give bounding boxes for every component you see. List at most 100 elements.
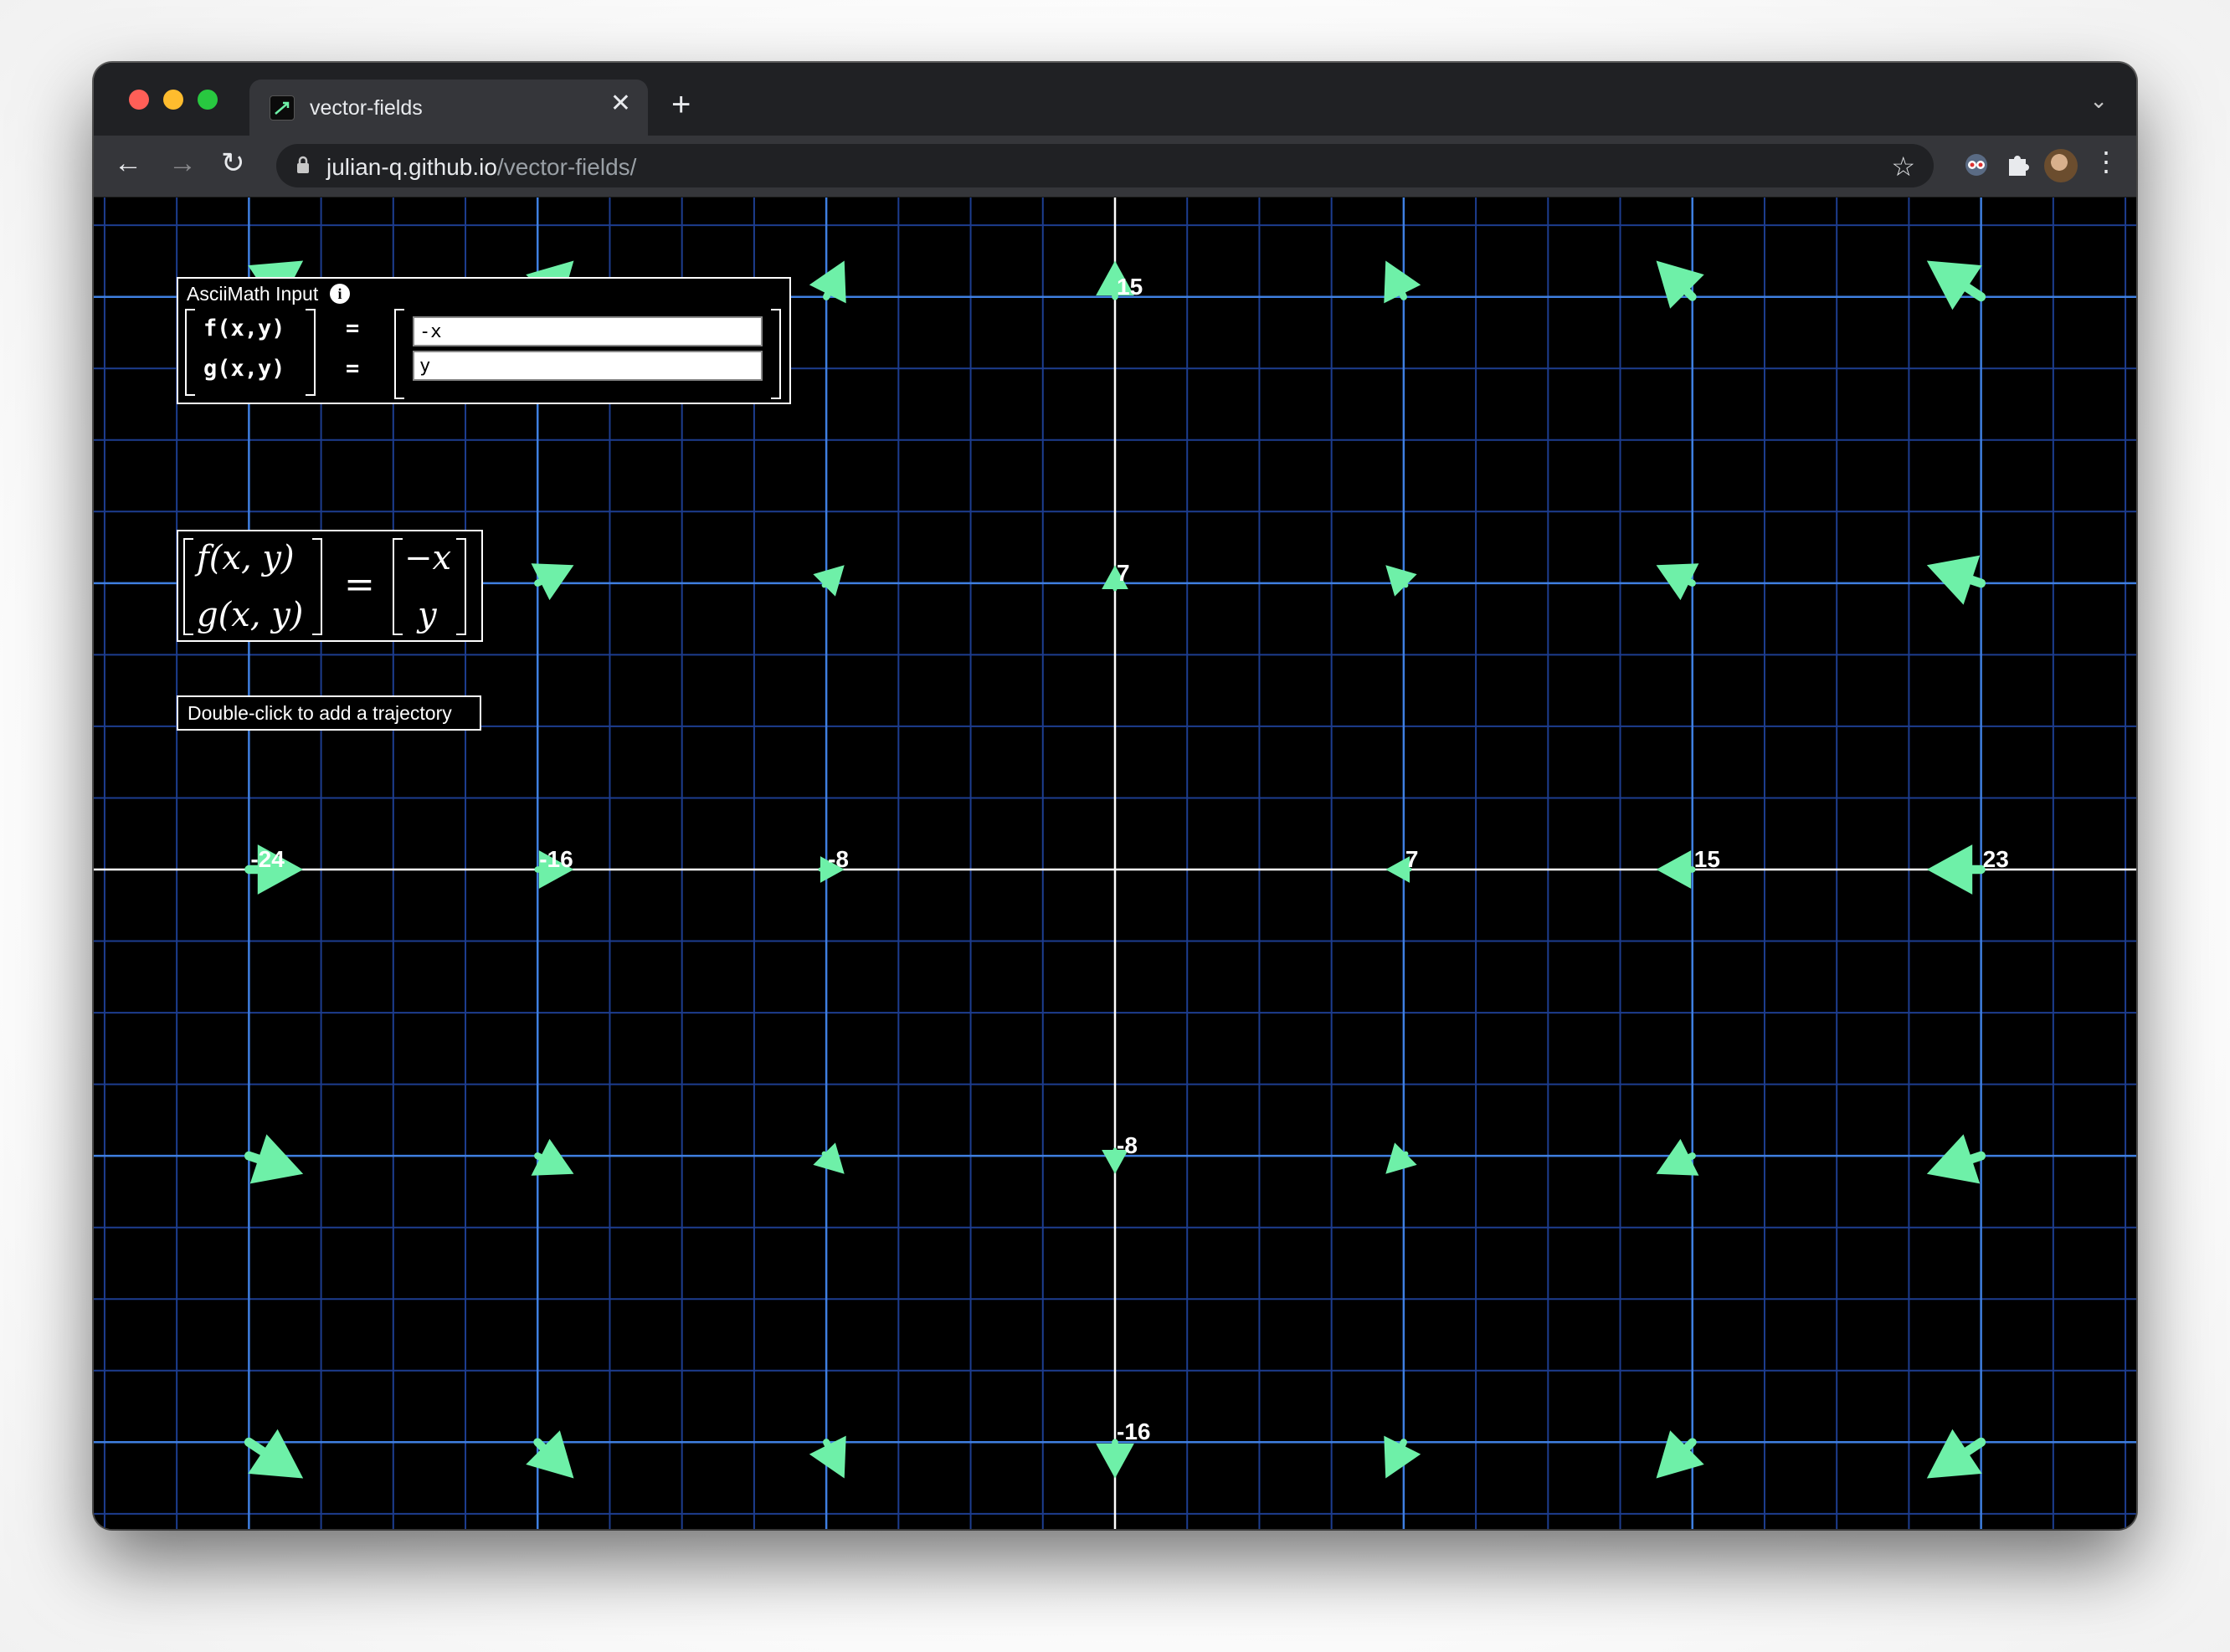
arrow-shaft bbox=[822, 1439, 831, 1449]
vector-arrow bbox=[1926, 1134, 1986, 1184]
close-window-button[interactable] bbox=[129, 90, 149, 110]
vector-arrow bbox=[1656, 260, 1704, 309]
tex-rhs-right-bracket bbox=[456, 538, 466, 635]
info-icon[interactable]: i bbox=[330, 284, 350, 304]
asciimath-title: AsciiMath Input bbox=[187, 283, 319, 305]
left-bracket bbox=[185, 309, 195, 396]
tab-close-icon[interactable]: ✕ bbox=[610, 91, 631, 116]
vector-arrow bbox=[1926, 555, 1986, 605]
arrow-head bbox=[248, 1429, 304, 1479]
vector-arrow bbox=[1926, 844, 1986, 895]
url-host: julian-q.github.io bbox=[326, 154, 497, 180]
trajectory-hint: Double-click to add a trajectory bbox=[177, 695, 481, 731]
y-tick-label: 7 bbox=[1117, 559, 1130, 586]
x-tick-label: 23 bbox=[1982, 846, 2009, 872]
kebab-menu-icon[interactable]: ⋮ bbox=[2093, 146, 2120, 177]
tab-strip: vector-fields ✕ + ⌄ bbox=[94, 63, 2136, 136]
extension-mascot-icon[interactable] bbox=[1962, 151, 1991, 184]
minimize-window-button[interactable] bbox=[163, 90, 183, 110]
tab-vector-fields[interactable]: vector-fields ✕ bbox=[249, 80, 648, 136]
input-left-bracket bbox=[394, 309, 404, 399]
arrow-shaft bbox=[1962, 283, 1986, 302]
arrow-head bbox=[1926, 1429, 1982, 1479]
rendered-equation-panel: f(x, y) g(x, y) = −x y bbox=[177, 530, 483, 642]
arrow-shaft bbox=[534, 578, 544, 587]
arrow-shaft bbox=[1686, 1152, 1696, 1161]
arrow-shaft bbox=[1683, 287, 1697, 301]
arrow-shaft bbox=[244, 1151, 264, 1164]
tex-f-label: f(x, y) bbox=[197, 539, 295, 577]
y-tick-label: -8 bbox=[1117, 1132, 1138, 1159]
url-text[interactable]: julian-q.github.io/vector-fields/ bbox=[326, 154, 636, 181]
x-tick-label: -16 bbox=[539, 846, 573, 872]
chevron-down-icon[interactable]: ⌄ bbox=[2089, 88, 2108, 114]
arrow-head bbox=[1926, 844, 1973, 895]
arrow-head bbox=[1096, 1443, 1134, 1479]
tex-g-expr: y bbox=[418, 596, 437, 634]
vector-arrow bbox=[1656, 1430, 1704, 1479]
reload-icon[interactable]: ↻ bbox=[221, 149, 245, 177]
x-tick-label: 15 bbox=[1693, 846, 1720, 872]
vector-arrow bbox=[1926, 1429, 1986, 1479]
arrow-head bbox=[813, 1142, 845, 1174]
asciimath-input-panel: AsciiMath Input i f(x,y) g(x,y) = = bbox=[177, 277, 791, 404]
g-equals: = bbox=[346, 356, 360, 382]
address-bar[interactable]: julian-q.github.io/vector-fields/ ☆ bbox=[276, 144, 1934, 187]
new-tab-button[interactable]: + bbox=[671, 88, 691, 121]
tex-f-expr: −x bbox=[404, 539, 452, 577]
arrow-shaft bbox=[1962, 1437, 1986, 1456]
arrow-shaft bbox=[534, 1152, 544, 1161]
arrow-head bbox=[526, 1430, 574, 1479]
arrow-shaft bbox=[1966, 575, 1986, 588]
browser-toolbar: ← → ↻ julian-q.github.io/vector-fields/ … bbox=[94, 136, 2136, 198]
puzzle-icon[interactable] bbox=[2004, 151, 2031, 182]
right-bracket bbox=[306, 309, 316, 396]
arrow-shaft bbox=[533, 1438, 547, 1452]
y-tick-label: 15 bbox=[1117, 273, 1143, 300]
tex-right-bracket bbox=[312, 538, 322, 635]
f-equals: = bbox=[346, 316, 360, 341]
arrow-shaft bbox=[1683, 1438, 1697, 1452]
f-input[interactable] bbox=[413, 316, 763, 346]
arrow-head bbox=[813, 565, 845, 597]
vector-arrow bbox=[1385, 565, 1417, 597]
input-right-bracket bbox=[771, 309, 781, 399]
arrow-shaft bbox=[822, 290, 831, 300]
arrow-head bbox=[1926, 260, 1982, 310]
x-tick-label: -24 bbox=[250, 846, 285, 872]
vector-arrow bbox=[244, 1429, 304, 1479]
tex-left-bracket bbox=[183, 538, 193, 635]
arrow-head bbox=[1656, 850, 1692, 889]
arrow-shaft bbox=[1399, 1439, 1408, 1449]
back-arrow-icon[interactable]: ← bbox=[114, 149, 142, 177]
favicon-icon bbox=[270, 95, 295, 121]
arrow-shaft bbox=[244, 1437, 268, 1456]
f-label: f(x,y) bbox=[203, 316, 285, 341]
browser-window: vector-fields ✕ + ⌄ ← → ↻ julian-q.githu… bbox=[94, 63, 2136, 1529]
tex-g-label: g(x, y) bbox=[197, 596, 304, 634]
arrow-shaft bbox=[1966, 1151, 1986, 1164]
tab-title: vector-fields bbox=[310, 96, 423, 120]
forward-arrow-icon[interactable]: → bbox=[168, 149, 197, 177]
y-tick-label: -16 bbox=[1117, 1419, 1151, 1445]
arrow-shaft bbox=[1686, 578, 1696, 587]
zoom-window-button[interactable] bbox=[198, 90, 218, 110]
vector-arrow bbox=[813, 1142, 845, 1174]
vector-arrow bbox=[526, 1430, 574, 1479]
tex-equals: = bbox=[344, 563, 375, 606]
lock-icon[interactable] bbox=[296, 156, 310, 179]
url-path: /vector-fields/ bbox=[496, 154, 637, 180]
x-tick-label: -8 bbox=[828, 846, 850, 872]
avatar[interactable] bbox=[2044, 149, 2078, 182]
arrow-shaft bbox=[1399, 290, 1408, 300]
vector-field-canvas[interactable]: -24 -16 -8 7 15 23 15 7 -8 -16 AsciiMath Input i … bbox=[94, 198, 2136, 1529]
tex-rhs-left-bracket bbox=[393, 538, 403, 635]
vector-arrow bbox=[813, 565, 845, 597]
g-input[interactable] bbox=[413, 351, 763, 381]
arrow-head bbox=[1656, 260, 1704, 309]
g-label: g(x,y) bbox=[203, 356, 285, 382]
star-icon[interactable]: ☆ bbox=[1891, 151, 1915, 182]
vector-arrow bbox=[244, 1134, 304, 1184]
vector-arrow bbox=[1096, 1439, 1134, 1479]
arrow-head bbox=[1385, 565, 1417, 597]
